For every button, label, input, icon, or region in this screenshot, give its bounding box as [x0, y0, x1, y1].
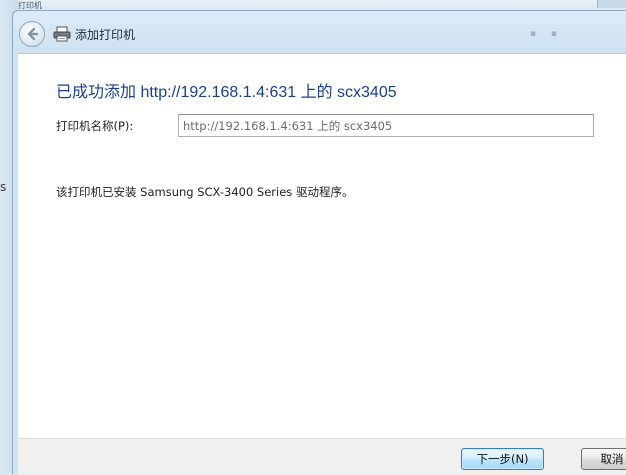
dialog-content: 已成功添加 http://192.168.1.4:631 上的 scx3405 … [18, 53, 626, 439]
printer-icon [53, 26, 71, 42]
title-decoration: ▪ ▪ [529, 29, 563, 39]
back-arrow-icon [27, 27, 39, 41]
dialog-footer: 下一步(N) 取消 [18, 438, 626, 475]
background-window-corner [597, 0, 626, 8]
driver-installed-message: 该打印机已安装 Samsung SCX-3400 Series 驱动程序。 [56, 185, 354, 199]
dialog-title: 添加打印机 [75, 28, 136, 42]
background-text-fragment: s [0, 180, 7, 194]
dialog-titlebar: 添加打印机 ▪ ▪ [13, 11, 626, 53]
add-printer-dialog: 添加打印机 ▪ ▪ 已成功添加 http://192.168.1.4:631 上… [12, 10, 626, 475]
cancel-button[interactable]: 取消 [581, 448, 626, 470]
success-headline: 已成功添加 http://192.168.1.4:631 上的 scx3405 [56, 84, 397, 101]
printer-name-label: 打印机名称(P): [56, 119, 134, 133]
back-button[interactable] [19, 21, 45, 47]
printer-name-input[interactable] [178, 114, 594, 137]
next-button[interactable]: 下一步(N) [461, 448, 544, 470]
